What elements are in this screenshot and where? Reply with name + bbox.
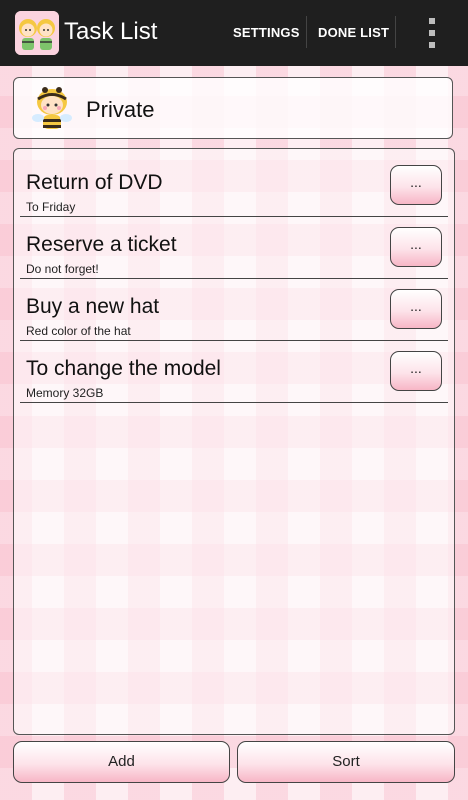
task-note: To Friday (26, 200, 76, 214)
task-note: Memory 32GB (26, 386, 104, 400)
task-title: Reserve a ticket (26, 233, 177, 256)
actionbar-divider (395, 16, 396, 48)
task-row[interactable]: Buy a new hat Red color of the hat ... (20, 279, 448, 341)
task-title: Buy a new hat (26, 295, 160, 318)
list-name: Private (86, 97, 155, 122)
task-row[interactable]: Return of DVD To Friday ... (20, 155, 448, 217)
done-list-button[interactable]: DONE LIST (318, 0, 389, 66)
task-row[interactable]: Reserve a ticket Do not forget! ... (20, 217, 448, 279)
task-title: To change the model (26, 357, 221, 380)
task-note: Do not forget! (26, 262, 99, 276)
actionbar-divider (306, 16, 307, 48)
overflow-menu-icon[interactable] (422, 16, 442, 50)
list-header[interactable]: Private (13, 77, 453, 139)
sort-button[interactable]: Sort (237, 741, 455, 783)
task-menu-button[interactable]: ... (390, 351, 442, 391)
task-menu-button[interactable]: ... (390, 165, 442, 205)
bee-character-icon (30, 86, 74, 132)
task-menu-button[interactable]: ... (390, 289, 442, 329)
task-note: Red color of the hat (26, 324, 131, 338)
action-bar: Task List SETTINGS DONE LIST (0, 0, 468, 66)
add-button[interactable]: Add (13, 741, 230, 783)
app-icon[interactable] (15, 11, 59, 55)
settings-button[interactable]: SETTINGS (233, 0, 300, 66)
task-row[interactable]: To change the model Memory 32GB ... (20, 341, 448, 403)
task-list: Return of DVD To Friday ... Reserve a ti… (13, 148, 455, 735)
app-title: Task List (64, 18, 158, 45)
task-menu-button[interactable]: ... (390, 227, 442, 267)
task-title: Return of DVD (26, 171, 163, 194)
